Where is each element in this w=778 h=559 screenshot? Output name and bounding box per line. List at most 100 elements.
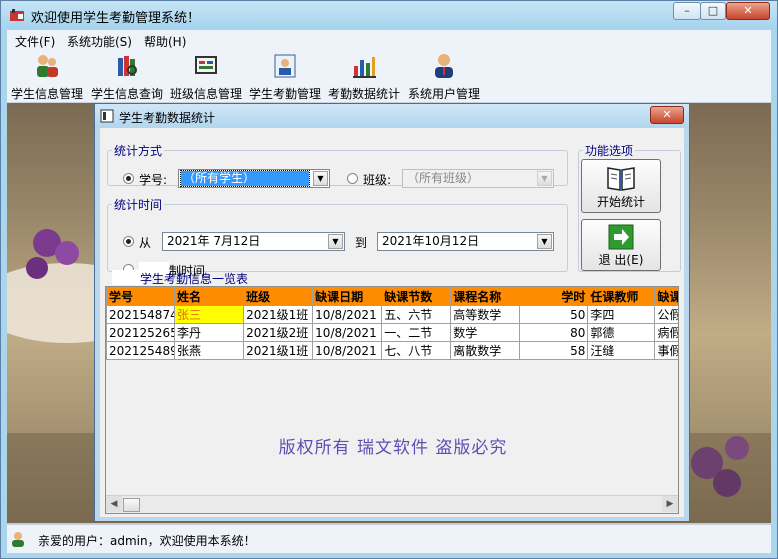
table-cell[interactable]: 10/8/2021 bbox=[312, 323, 383, 342]
scrollbar-thumb[interactable] bbox=[123, 498, 140, 512]
table-row[interactable]: 2021548748张三2021级1班10/8/2021五、六节高等数学50李四… bbox=[106, 305, 678, 324]
table-cell[interactable]: 50 bbox=[519, 305, 589, 324]
toolbar-label: 学生信息管理 bbox=[11, 87, 84, 101]
table-cell[interactable]: 2021级1班 bbox=[243, 341, 314, 360]
arrow-right-icon bbox=[608, 224, 634, 250]
column-header[interactable]: 缺课 bbox=[654, 287, 678, 306]
radio-by-student[interactable] bbox=[123, 173, 134, 184]
column-header[interactable]: 缺课节数 bbox=[381, 287, 452, 306]
board-icon bbox=[195, 56, 217, 74]
menu-help[interactable]: 帮助(H) bbox=[144, 33, 186, 50]
status-text: 亲爱的用户：admin，欢迎使用本系统！ bbox=[38, 534, 256, 548]
horizontal-scrollbar[interactable]: ◀ ▶ bbox=[106, 495, 678, 513]
column-header[interactable]: 姓名 bbox=[174, 287, 245, 306]
attendance-grid[interactable]: 学号姓名班级缺课日期缺课节数课程名称学时任课教师缺课 2021548748张三2… bbox=[105, 286, 679, 514]
chevron-left-icon[interactable]: ◀ bbox=[106, 496, 122, 512]
table-cell[interactable]: 张燕 bbox=[174, 341, 245, 360]
user-status-icon bbox=[12, 532, 24, 547]
title-bar: 欢迎使用学生考勤管理系统！ – □ ✕ bbox=[1, 1, 777, 29]
table-cell[interactable]: 10/8/2021 bbox=[312, 341, 383, 360]
toolbar-label: 系统用户管理 bbox=[408, 87, 481, 101]
to-date-value: 2021年10月12日 bbox=[382, 234, 480, 248]
chevron-right-icon[interactable]: ▶ bbox=[662, 496, 678, 512]
grid-title: 学生考勤信息一览表 bbox=[140, 272, 249, 286]
toolbar-attendance-button[interactable]: 学生考勤管理 bbox=[249, 52, 321, 102]
toolbar-class-info-button[interactable]: 班级信息管理 bbox=[170, 52, 242, 102]
table-cell[interactable]: 高等数学 bbox=[450, 305, 521, 324]
status-bar: 亲爱的用户：admin，欢迎使用本系统！ bbox=[7, 524, 771, 553]
table-cell[interactable]: 2021252658 bbox=[106, 323, 176, 342]
exit-button[interactable]: 退 出(E) bbox=[581, 219, 661, 271]
bar-chart-icon bbox=[353, 57, 376, 78]
close-button[interactable]: ✕ bbox=[726, 2, 770, 20]
table-cell[interactable]: 汪缝 bbox=[587, 341, 656, 360]
column-header[interactable]: 缺课日期 bbox=[312, 287, 383, 306]
maximize-button[interactable]: □ bbox=[700, 2, 726, 20]
users-icon bbox=[37, 55, 58, 77]
chevron-down-icon[interactable]: ▼ bbox=[328, 234, 343, 249]
chevron-down-icon[interactable]: ▼ bbox=[313, 171, 328, 186]
student-select[interactable]: （所有学生） ▼ bbox=[178, 169, 330, 188]
app-icon bbox=[10, 9, 24, 21]
column-header[interactable]: 任课教师 bbox=[587, 287, 656, 306]
dialog-app-icon bbox=[100, 109, 114, 123]
book-icon bbox=[607, 167, 635, 191]
statistics-dialog: 学生考勤数据统计 ✕ 统计方式 学号: （所有学生） ▼ 班级: （所有班级） … bbox=[94, 103, 690, 522]
toolbar-student-info-button[interactable]: 学生信息管理 bbox=[11, 52, 83, 102]
menu-bar: 文件(F) 系统功能(S) 帮助(H) bbox=[7, 30, 771, 50]
to-label: 到 bbox=[355, 236, 368, 250]
toolbar: 学生信息管理 学生信息查询 班级信息管理 学生考勤管理 考勤数据统计 系统用户管… bbox=[7, 50, 771, 103]
to-date-picker[interactable]: 2021年10月12日 ▼ bbox=[377, 232, 554, 251]
class-label: 班级: bbox=[363, 173, 392, 187]
from-date-value: 2021年 7月12日 bbox=[167, 234, 261, 248]
table-cell[interactable]: 张三 bbox=[174, 305, 245, 324]
table-cell[interactable]: 郭德 bbox=[587, 323, 656, 342]
window-title: 欢迎使用学生考勤管理系统！ bbox=[31, 11, 201, 26]
table-cell[interactable]: 2021254896 bbox=[106, 341, 176, 360]
toolbar-label: 学生考勤管理 bbox=[249, 87, 322, 101]
table-cell[interactable]: 数学 bbox=[450, 323, 521, 342]
from-label: 从 bbox=[139, 236, 152, 250]
table-cell[interactable]: 李丹 bbox=[174, 323, 245, 342]
toolbar-statistics-button[interactable]: 考勤数据统计 bbox=[328, 52, 400, 102]
column-header[interactable]: 学号 bbox=[106, 287, 176, 306]
table-cell[interactable]: 10/8/2021 bbox=[312, 305, 383, 324]
copyright-text: 版权所有 瑞文软件 盗版必究 bbox=[278, 438, 508, 458]
table-row[interactable]: 2021252658李丹2021级2班10/8/2021一、二节数学80郭德病假 bbox=[106, 323, 678, 342]
column-header[interactable]: 班级 bbox=[243, 287, 314, 306]
table-cell[interactable]: 2021级2班 bbox=[243, 323, 314, 342]
stat-method-group: 统计方式 学号: （所有学生） ▼ 班级: （所有班级） ▼ bbox=[107, 142, 568, 188]
chevron-down-icon[interactable]: ▼ bbox=[537, 234, 552, 249]
minimize-button[interactable]: – bbox=[673, 2, 701, 20]
column-header[interactable]: 课程名称 bbox=[450, 287, 521, 306]
dialog-title-bar: 学生考勤数据统计 ✕ bbox=[95, 104, 689, 128]
table-cell[interactable]: 五、六节 bbox=[381, 305, 452, 324]
radio-by-class[interactable] bbox=[347, 173, 358, 184]
table-cell[interactable]: 2021548748 bbox=[106, 305, 176, 324]
table-cell[interactable]: 离散数学 bbox=[450, 341, 521, 360]
stat-method-legend: 统计方式 bbox=[114, 144, 163, 158]
function-options-group: 功能选项 开始统计 退 出(E) bbox=[578, 142, 681, 272]
table-cell[interactable]: 公假 bbox=[654, 305, 678, 324]
table-cell[interactable]: 80 bbox=[519, 323, 589, 342]
function-options-legend: 功能选项 bbox=[585, 144, 634, 158]
start-statistics-button[interactable]: 开始统计 bbox=[581, 159, 661, 213]
table-cell[interactable]: 一、二节 bbox=[381, 323, 452, 342]
table-cell[interactable]: 58 bbox=[519, 341, 589, 360]
toolbar-user-admin-button[interactable]: 系统用户管理 bbox=[408, 52, 480, 102]
table-cell[interactable]: 2021级1班 bbox=[243, 305, 314, 324]
table-cell[interactable]: 李四 bbox=[587, 305, 656, 324]
table-cell[interactable]: 七、八节 bbox=[381, 341, 452, 360]
dialog-close-button[interactable]: ✕ bbox=[650, 106, 684, 124]
toolbar-student-query-button[interactable]: 学生信息查询 bbox=[91, 52, 163, 102]
table-cell[interactable]: 事假 bbox=[654, 341, 678, 360]
chevron-down-icon[interactable]: ▼ bbox=[537, 171, 552, 186]
from-date-picker[interactable]: 2021年 7月12日 ▼ bbox=[162, 232, 345, 251]
column-header[interactable]: 学时 bbox=[519, 287, 589, 306]
radio-date-range[interactable] bbox=[123, 236, 134, 247]
table-row[interactable]: 2021254896张燕2021级1班10/8/2021七、八节离散数学58汪缝… bbox=[106, 341, 678, 360]
class-select[interactable]: （所有班级） ▼ bbox=[402, 169, 554, 188]
table-cell[interactable]: 病假 bbox=[654, 323, 678, 342]
menu-file[interactable]: 文件(F) bbox=[15, 33, 55, 50]
menu-system[interactable]: 系统功能(S) bbox=[67, 33, 132, 50]
